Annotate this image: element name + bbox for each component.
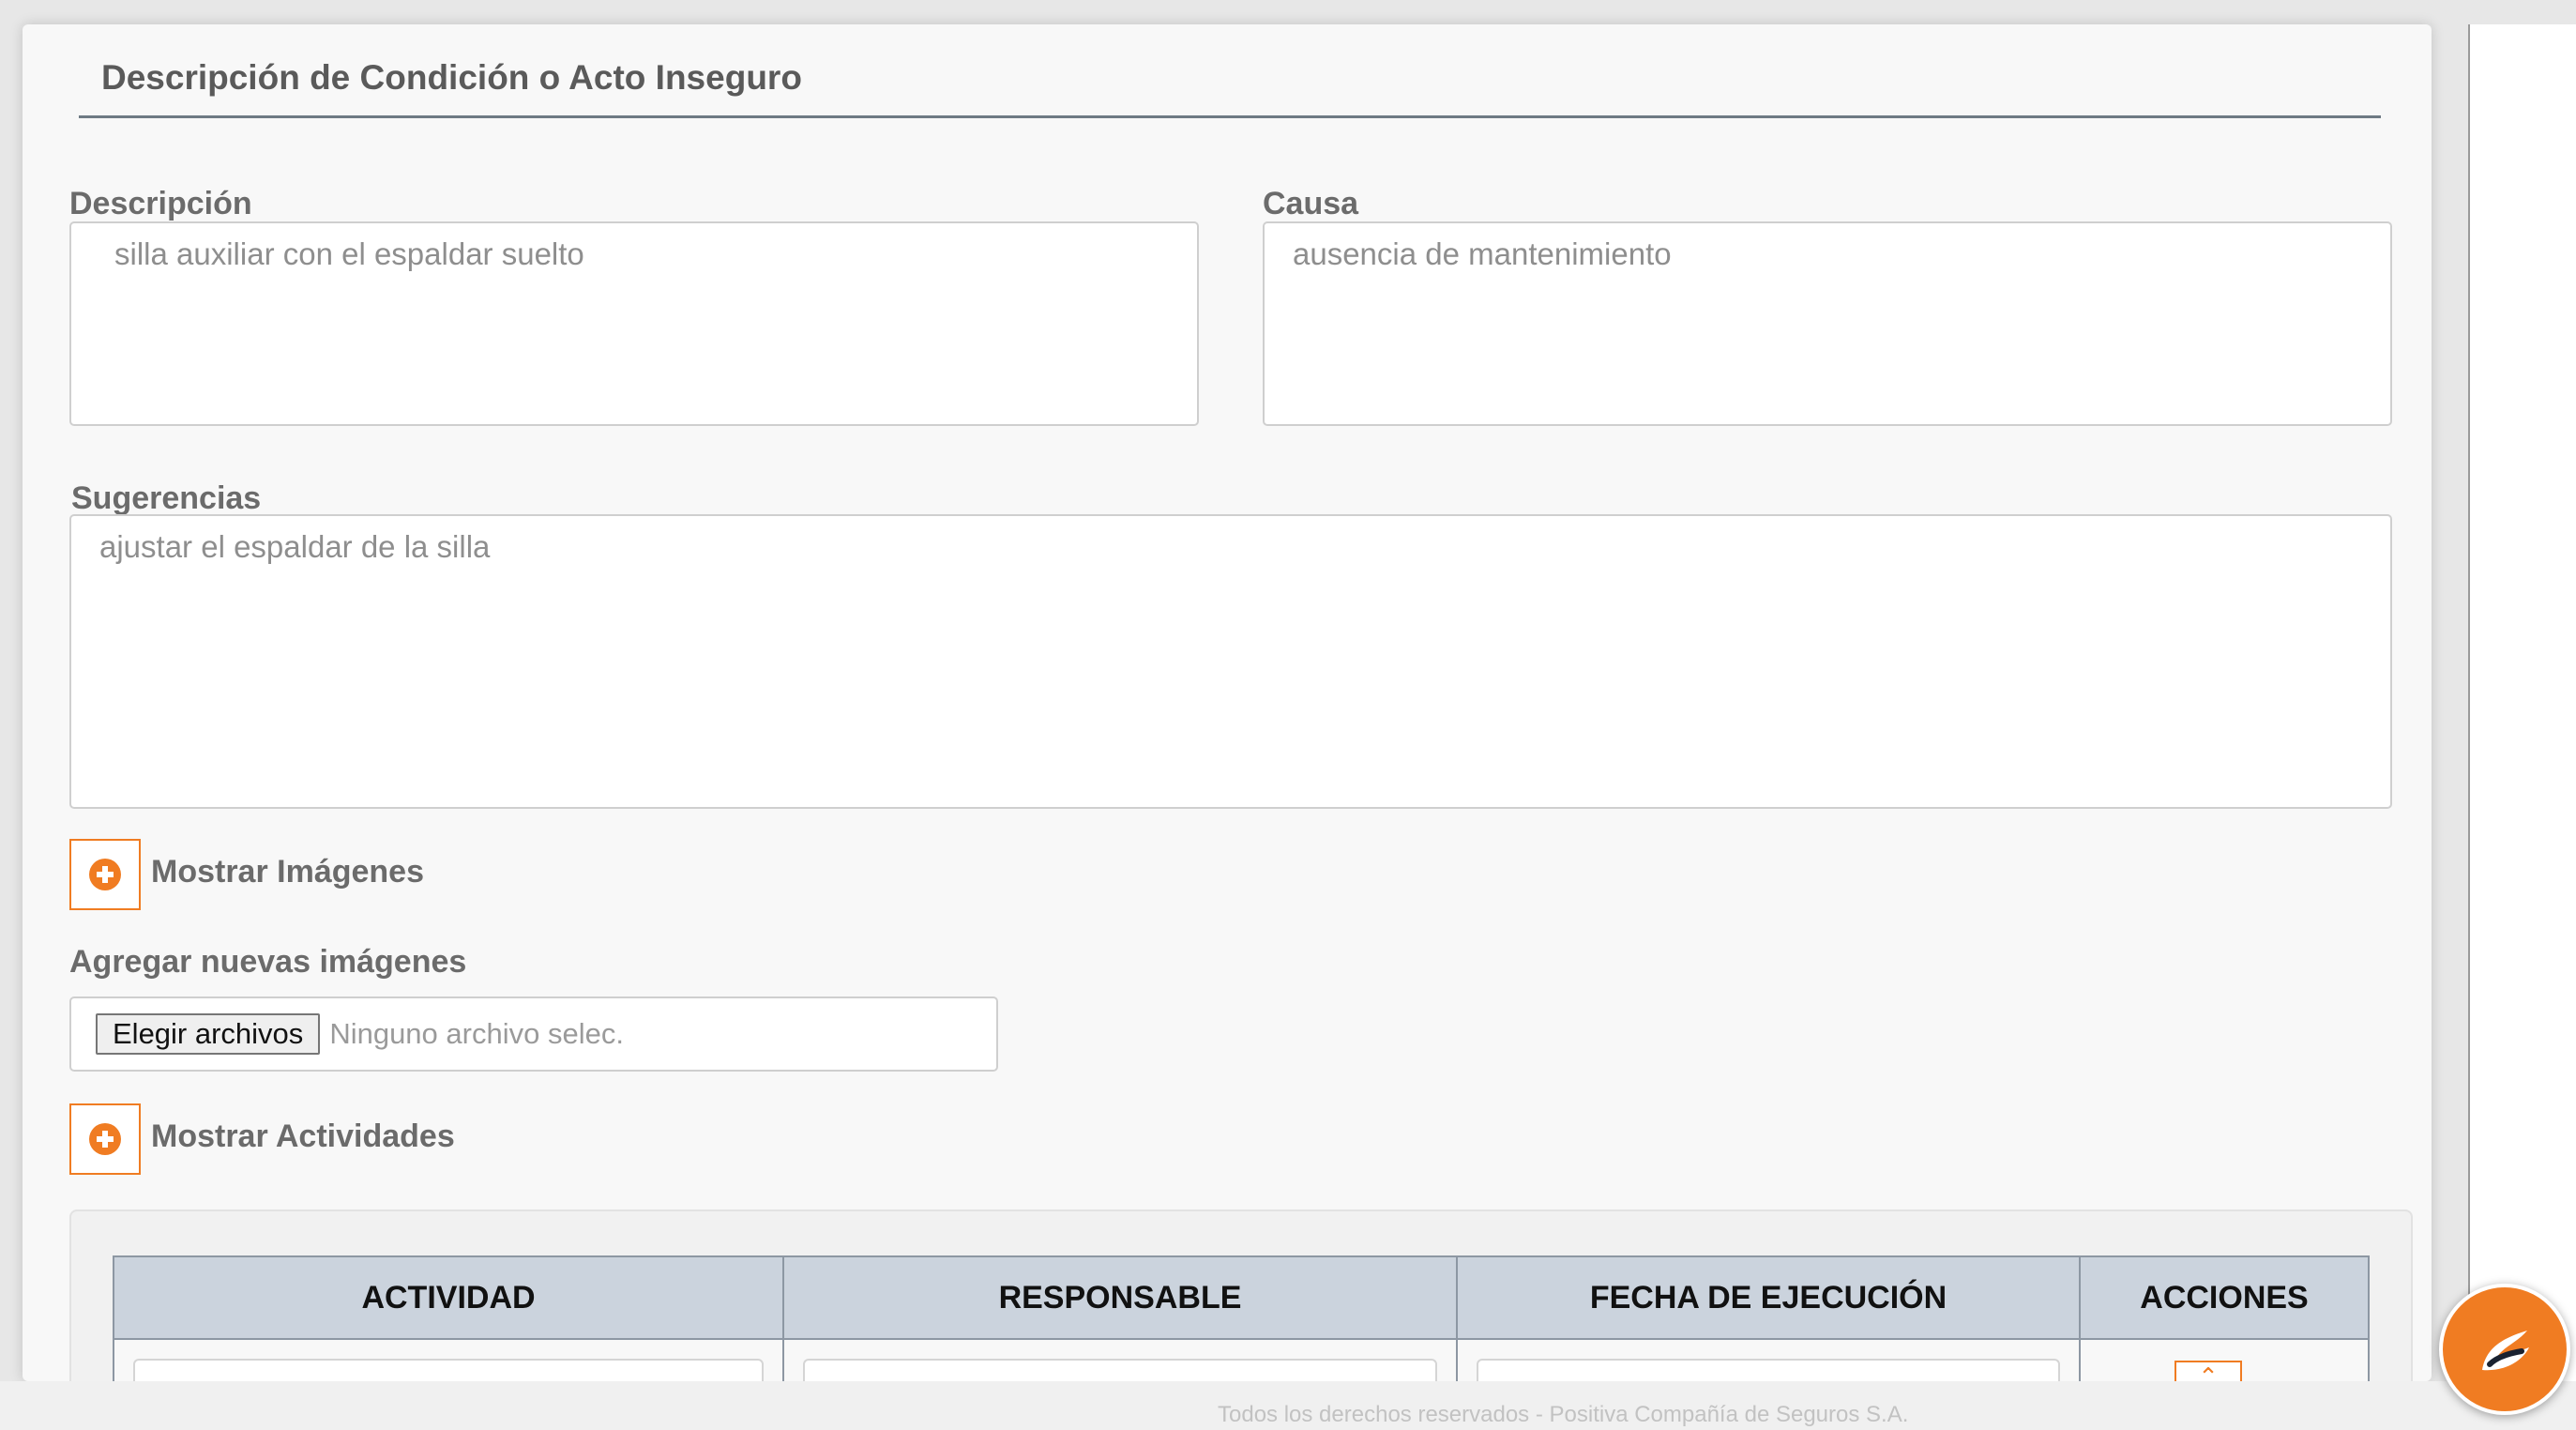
sugerencias-label: Sugerencias	[71, 480, 262, 516]
causa-label: Causa	[1263, 186, 1359, 221]
chat-bot-icon	[2482, 1331, 2529, 1371]
file-status-text: Ninguno archivo selec.	[329, 1017, 624, 1050]
show-images-button[interactable]	[69, 839, 141, 910]
fecha-cell	[1456, 1338, 2081, 1381]
sugerencias-field[interactable]: ajustar el espaldar de la silla	[69, 514, 2392, 809]
section-divider	[79, 115, 2381, 118]
show-images-label[interactable]: Mostrar Imágenes	[151, 854, 424, 890]
column-actividad: ACTIVIDAD	[113, 1255, 784, 1340]
activities-table: ACTIVIDAD RESPONSABLE FECHA DE EJECUCIÓN…	[113, 1255, 2370, 1381]
descripcion-label: Descripción	[69, 186, 252, 221]
responsable-cell	[782, 1338, 1458, 1381]
actividad-cell	[113, 1338, 784, 1381]
right-side-pane	[2468, 24, 2576, 1381]
acciones-cell: ⌃	[2079, 1338, 2370, 1381]
causa-field[interactable]: ausencia de mantenimiento	[1263, 221, 2392, 426]
fecha-input[interactable]	[1477, 1359, 2060, 1381]
choose-files-button[interactable]: Elegir archivos	[96, 1013, 321, 1055]
footer-text: Todos los derechos reservados - Positiva…	[1218, 1402, 1909, 1427]
descripcion-field[interactable]: silla auxiliar con el espaldar suelto	[69, 221, 1199, 426]
chevron-up-icon: ⌃	[2198, 1362, 2219, 1381]
form-panel: Descripción de Condición o Acto Inseguro…	[23, 24, 2432, 1381]
column-fecha-ejecucion: FECHA DE EJECUCIÓN	[1456, 1255, 2081, 1340]
show-activities-button[interactable]	[69, 1103, 141, 1175]
responsable-input[interactable]	[803, 1359, 1437, 1381]
action-button[interactable]: ⌃	[2174, 1361, 2242, 1381]
add-images-label: Agregar nuevas imágenes	[69, 944, 467, 980]
chat-button[interactable]	[2439, 1284, 2570, 1415]
table-header-row: ACTIVIDAD RESPONSABLE FECHA DE EJECUCIÓN…	[113, 1255, 2370, 1340]
actividad-input[interactable]	[133, 1359, 764, 1381]
file-input[interactable]: Elegir archivos Ninguno archivo selec.	[69, 996, 998, 1072]
plus-circle-icon	[89, 859, 121, 890]
table-row: ⌃	[113, 1338, 2370, 1381]
section-title: Descripción de Condición o Acto Inseguro	[101, 58, 802, 97]
plus-circle-icon	[89, 1123, 121, 1155]
column-acciones: ACCIONES	[2079, 1255, 2370, 1340]
show-activities-label[interactable]: Mostrar Actividades	[151, 1118, 455, 1155]
column-responsable: RESPONSABLE	[782, 1255, 1458, 1340]
